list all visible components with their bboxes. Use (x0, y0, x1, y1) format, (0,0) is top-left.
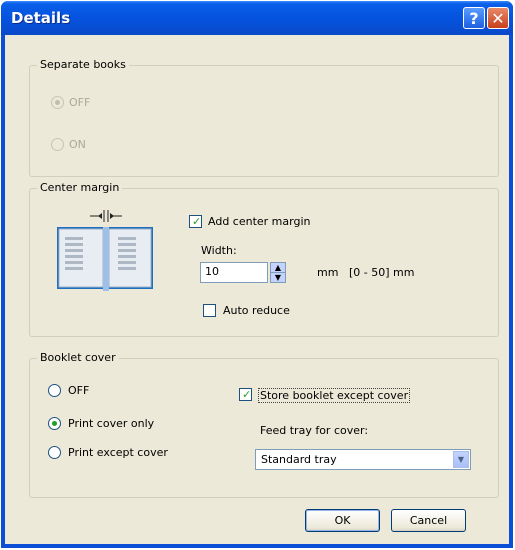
center-margin-group: Center margin ✓ Add center margin Width:… (29, 181, 499, 337)
help-button[interactable]: ? (463, 7, 485, 29)
add-center-margin-checkbox[interactable]: ✓ (189, 215, 202, 228)
center-margin-book-icon (57, 210, 153, 291)
help-icon: ? (469, 9, 479, 28)
auto-reduce-label: Auto reduce (223, 304, 290, 317)
booklet-cover-off-radio[interactable] (48, 384, 61, 397)
separate-books-off-radio[interactable] (51, 96, 64, 109)
ok-button[interactable]: OK (305, 509, 380, 532)
close-icon: ✕ (491, 9, 505, 28)
print-except-cover-radio[interactable] (48, 446, 61, 459)
width-input[interactable]: 10 (200, 262, 268, 283)
spin-down-icon[interactable]: ▼ (271, 273, 285, 282)
feed-tray-value: Standard tray (261, 453, 337, 466)
print-cover-only-radio[interactable] (48, 417, 61, 430)
separate-books-on-label: ON (69, 138, 86, 151)
booklet-cover-off-label: OFF (68, 384, 90, 397)
separate-books-group: Separate books OFF ON (29, 58, 499, 177)
auto-reduce-checkbox[interactable] (203, 304, 216, 317)
window-frame-bottom (1, 544, 513, 548)
width-spinner[interactable]: ▲ ▼ (270, 262, 286, 283)
booklet-cover-group: Booklet cover OFF Print cover only Print… (29, 351, 499, 498)
window-frame-right (509, 35, 513, 548)
window-title: Details (11, 9, 71, 27)
close-button[interactable]: ✕ (487, 7, 509, 29)
dialog-client-area: Separate books OFF ON Center margin ✓ Ad… (5, 35, 509, 544)
store-booklet-label: Store booklet except cover (258, 388, 411, 403)
store-booklet-checkbox[interactable]: ✓ (239, 388, 252, 401)
separate-books-off-label: OFF (69, 96, 91, 109)
separate-books-legend: Separate books (37, 58, 129, 71)
width-label: Width: (201, 244, 237, 257)
spin-up-icon[interactable]: ▲ (271, 263, 285, 273)
width-unit: mm (317, 266, 339, 279)
feed-tray-label: Feed tray for cover: (260, 424, 369, 437)
chevron-down-icon[interactable]: ▼ (453, 451, 469, 468)
booklet-cover-legend: Booklet cover (37, 351, 119, 364)
print-except-cover-label: Print except cover (68, 446, 168, 459)
separate-books-on-radio[interactable] (51, 138, 64, 151)
cancel-button[interactable]: Cancel (391, 509, 466, 532)
add-center-margin-label: Add center margin (208, 215, 311, 228)
feed-tray-select[interactable]: Standard tray ▼ (255, 449, 471, 470)
center-margin-legend: Center margin (37, 181, 123, 194)
print-cover-only-label: Print cover only (68, 417, 155, 430)
width-range: [0 - 50] mm (349, 266, 415, 279)
dialog-window: Details ? ✕ Separate books OFF ON Center… (1, 1, 513, 548)
title-bar[interactable]: Details ? ✕ (1, 1, 513, 35)
